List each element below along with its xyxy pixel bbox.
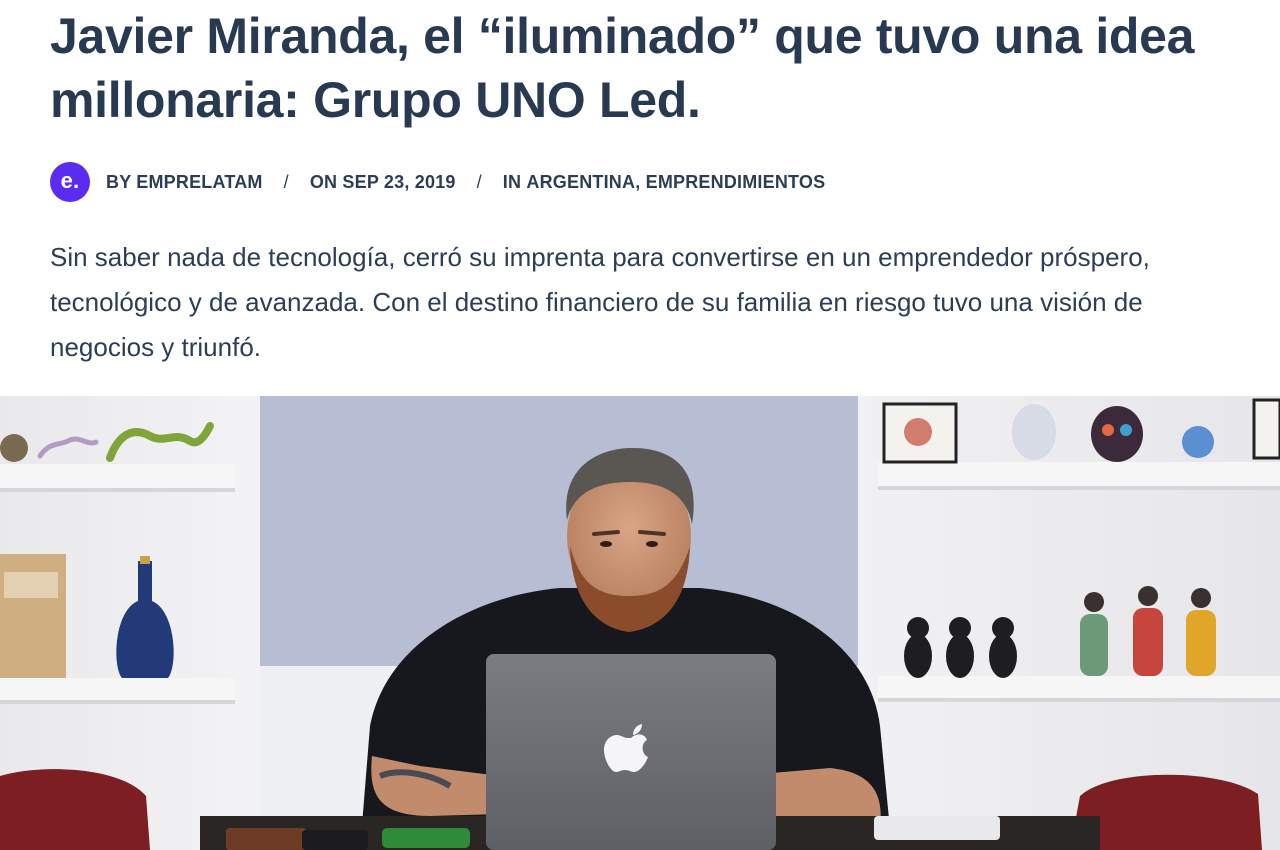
monkey-figurines [904, 617, 1017, 678]
category-prefix: IN [502, 171, 522, 192]
picture-frame-right [1252, 398, 1280, 460]
author-link[interactable]: BY EMPRELATAM [106, 172, 263, 193]
category-delimiter: , [635, 171, 641, 192]
usb-hub [874, 816, 1000, 840]
glass-sphere [1182, 426, 1214, 458]
emprelatam-logo-icon: e. [60, 167, 80, 193]
left-shelf-top [0, 464, 235, 490]
painted-figurines [1080, 586, 1216, 676]
author-avatar[interactable]: e. [50, 162, 90, 202]
category-link-argentina[interactable]: ARGENTINA [526, 172, 635, 193]
category-link-emprendimientos[interactable]: EMPRENDIMIENTOS [646, 172, 826, 193]
article-excerpt: Sin saber nada de tecnología, cerró su i… [50, 242, 1150, 362]
publish-date: ON SEP 23, 2019 [309, 171, 456, 192]
crystal-skull [1012, 404, 1056, 460]
left-shelf-bottom [0, 678, 235, 702]
phone [302, 830, 368, 850]
article: Javier Miranda, el “iluminado” que tuvo … [0, 0, 1280, 850]
hero-photo-illustration [0, 396, 1280, 850]
right-shelf-bottom [878, 676, 1280, 700]
meta-separator: / [476, 171, 482, 192]
power-bank [382, 828, 470, 848]
hero-image [0, 396, 1280, 850]
decorated-skull [1091, 406, 1143, 462]
article-title: Javier Miranda, el “iluminado” que tuvo … [50, 8, 1195, 128]
meta-separator: / [283, 171, 289, 192]
article-meta: e. BY EMPRELATAM / ON SEP 23, 2019 / IN … [50, 162, 825, 202]
right-shelf-top [878, 462, 1280, 488]
wallet [226, 828, 306, 850]
turtle-figurine [0, 434, 28, 462]
